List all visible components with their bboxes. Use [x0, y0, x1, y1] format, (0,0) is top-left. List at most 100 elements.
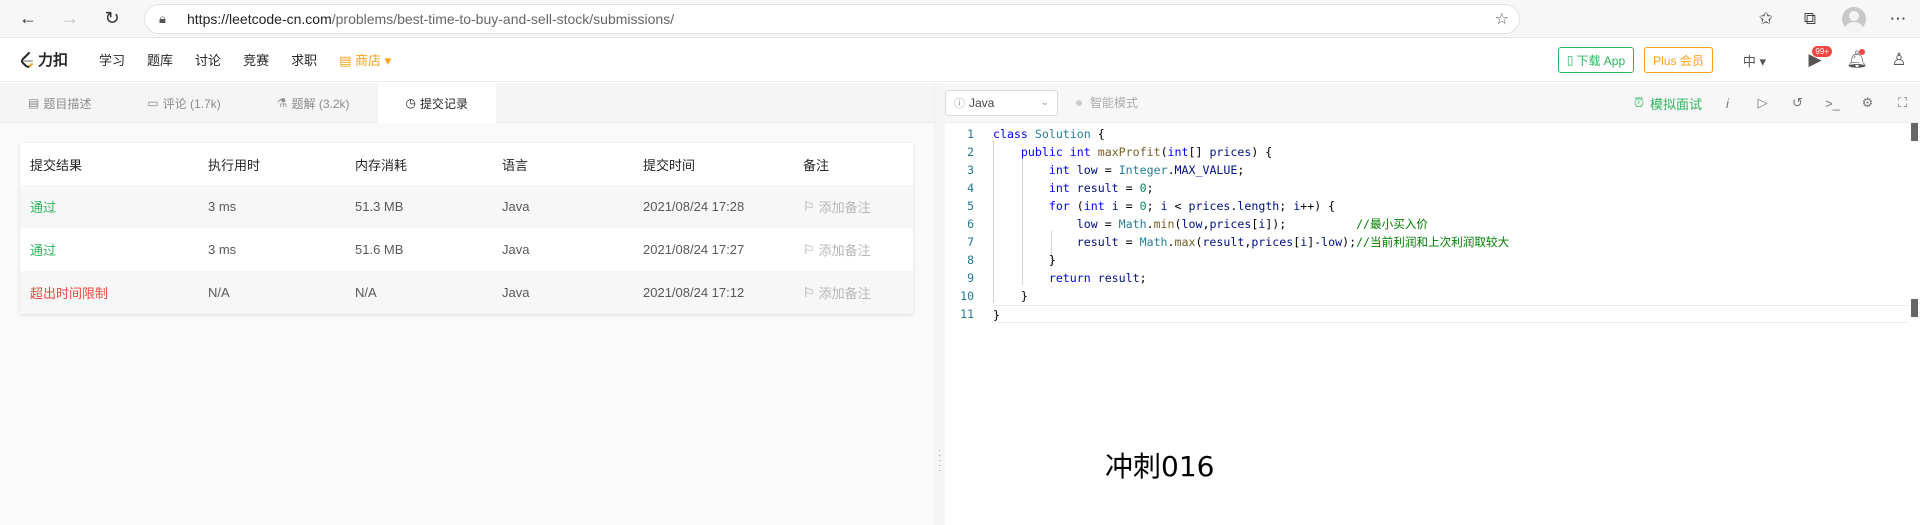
tab-solutions[interactable]: ⚗︎ 题解 (3.2k): [249, 83, 378, 123]
tab-description[interactable]: ▤ 题目描述: [0, 83, 119, 123]
header-language: 语言: [502, 157, 529, 173]
nav-problems[interactable]: 题库: [147, 50, 173, 69]
tab-label: 题目描述: [43, 96, 92, 111]
shop-icon: ▤: [339, 53, 355, 68]
unread-dot: [1859, 49, 1865, 55]
nav-shop[interactable]: ▤ 商店 ▾: [339, 50, 391, 69]
result-link[interactable]: 超出时间限制: [20, 283, 208, 302]
mock-interview-label: 模拟面试: [1649, 96, 1702, 112]
tab-submissions[interactable]: ◷ 提交记录: [377, 83, 496, 123]
code-area[interactable]: 1 2 3 4 5 6 7 8 9 10 11 class Solution {…: [945, 123, 1920, 525]
address-bar[interactable]: 🔒︎ https://leetcode-cn.com/problems/best…: [144, 4, 1520, 34]
add-note-label: 添加备注: [818, 243, 871, 258]
table-row: 通过 3 ms 51.3 MB Java 2021/08/24 17:28 ⚐ 添…: [20, 185, 913, 228]
problem-tabs: ▤ 题目描述 ▭ 评论 (1.7k) ⚗︎ 题解 (3.2k) ◷ 提交记录: [0, 83, 934, 123]
left-panel: ▤ 题目描述 ▭ 评论 (1.7k) ⚗︎ 题解 (3.2k) ◷ 提交记录 提交结果 …: [0, 83, 934, 525]
nav-discuss[interactable]: 讨论: [195, 50, 221, 69]
header-submitted-time: 提交时间: [643, 157, 696, 173]
download-app-button[interactable]: ▯ 下载 App: [1557, 47, 1635, 73]
collections-icon[interactable]: ⧉: [1788, 0, 1832, 38]
memory-value: N/A: [355, 285, 377, 300]
code-line: result = Math.max(result,prices[i]-low);…: [1076, 235, 1510, 249]
leetcode-logo-icon: [21, 51, 33, 68]
table-header: 提交结果 执行用时 内存消耗 语言 提交时间 备注: [20, 143, 913, 185]
add-note-button[interactable]: ⚐ 添加备注: [803, 240, 871, 259]
line-number: 3: [967, 163, 974, 177]
nav-jobs[interactable]: 求职: [291, 50, 317, 69]
site-logo[interactable]: 力扣: [20, 49, 68, 70]
line-number: 2: [967, 145, 974, 159]
flag-icon: ⚐: [803, 284, 815, 300]
code-line: class Solution {: [993, 127, 1105, 141]
runtime-value: 3 ms: [208, 199, 237, 214]
favorite-star-icon[interactable]: ☆: [1495, 9, 1509, 29]
add-note-label: 添加备注: [818, 286, 871, 301]
refresh-icon[interactable]: ↻: [98, 5, 126, 33]
info-italic-icon[interactable]: i: [1710, 83, 1745, 123]
back-icon[interactable]: ←: [14, 5, 42, 33]
tab-label: 评论 (1.7k): [162, 96, 221, 111]
user-avatar[interactable]: ♙: [1878, 38, 1920, 82]
playground-icon[interactable]: ▶ 99+: [1794, 38, 1836, 82]
more-menu-icon[interactable]: ⋯: [1876, 0, 1920, 38]
submissions-table: 提交结果 执行用时 内存消耗 语言 提交时间 备注 通过 3 ms 51.3 M…: [20, 143, 913, 314]
url-path: /problems/best-time-to-buy-and-sell-stoc…: [331, 11, 675, 27]
favorites-icon[interactable]: ✩: [1744, 0, 1788, 38]
submitted-time-value: 2021/08/24 17:27: [643, 242, 745, 257]
result-link[interactable]: 通过: [20, 240, 208, 259]
memory-value: 51.3 MB: [355, 199, 404, 214]
add-note-button[interactable]: ⚐ 添加备注: [803, 197, 871, 216]
forward-icon[interactable]: →: [56, 5, 84, 33]
tab-comments[interactable]: ▭ 评论 (1.7k): [119, 83, 248, 123]
code-editor-panel: ⓘ Java ⌄ 智能模式 ⏰︎ 模拟面试 i ▷ ↺ >_ ⚙ ⛶ 1 2 3 …: [945, 83, 1920, 525]
browser-toolbar: ← → ↻ 🔒︎ https://leetcode-cn.com/problem…: [0, 0, 1920, 38]
overlay-caption: 冲刺016: [1105, 450, 1215, 483]
code-line: }: [993, 253, 1056, 267]
code-line: return result;: [1048, 271, 1147, 285]
logo-text: 力扣: [38, 52, 69, 69]
editor-toolbar: ⓘ Java ⌄ 智能模式 ⏰︎ 模拟面试 i ▷ ↺ >_ ⚙ ⛶: [945, 83, 1920, 123]
line-number: 7: [967, 235, 974, 249]
add-note-button[interactable]: ⚐ 添加备注: [803, 283, 871, 302]
smart-mode-toggle[interactable]: 智能模式: [1076, 94, 1138, 111]
plus-member-button[interactable]: Plus 会员: [1644, 47, 1713, 73]
line-numbers: 1 2 3 4 5 6 7 8 9 10 11: [945, 123, 981, 323]
plus-member-label: Plus 会员: [1653, 53, 1704, 68]
drag-handle-icon[interactable]: · · · · ·: [938, 446, 941, 476]
header-memory: 内存消耗: [355, 157, 408, 173]
flag-icon: ⚐: [803, 198, 815, 214]
mock-interview-button[interactable]: ⏰︎ 模拟面试: [1634, 94, 1702, 113]
notification-badge: 99+: [1812, 46, 1832, 57]
runtime-value: 3 ms: [208, 242, 237, 257]
editor-scrollbar[interactable]: [1911, 123, 1918, 141]
nav-contest[interactable]: 竞赛: [243, 50, 269, 69]
bell-icon[interactable]: 🔔︎: [1836, 38, 1878, 82]
table-row: 通过 3 ms 51.6 MB Java 2021/08/24 17:27 ⚐ 添…: [20, 228, 913, 271]
shop-label: 商店: [355, 53, 382, 68]
nav-learn[interactable]: 学习: [99, 50, 125, 69]
fullscreen-icon[interactable]: ⛶: [1885, 83, 1920, 123]
code-line: for (int i = 0; i < prices.length; i++) …: [1048, 199, 1336, 213]
language-switch[interactable]: 中 ▾: [1743, 51, 1766, 70]
download-app-label: 下载 App: [1576, 53, 1626, 68]
profile-avatar[interactable]: [1832, 0, 1876, 38]
language-select-value: Java: [969, 95, 995, 110]
run-play-icon[interactable]: ▷: [1745, 83, 1780, 123]
console-icon[interactable]: >_: [1815, 83, 1850, 123]
flask-icon: ⚗︎: [276, 96, 288, 110]
settings-icon[interactable]: ⚙: [1850, 83, 1885, 123]
info-icon: ⓘ: [954, 97, 965, 110]
chevron-down-icon: ⌄: [1040, 97, 1049, 108]
phone-icon: ▯: [1566, 53, 1574, 67]
code-line: }: [993, 305, 1908, 323]
runtime-value: N/A: [208, 285, 230, 300]
code-line: int low = Integer.MAX_VALUE;: [1048, 163, 1245, 177]
url-host: https://leetcode-cn.com: [187, 11, 332, 27]
language-select[interactable]: ⓘ Java ⌄: [945, 89, 1058, 116]
main-nav: 学习 题库 讨论 竞赛 求职 ▤ 商店 ▾: [88, 50, 402, 69]
site-header: 力扣 学习 题库 讨论 竞赛 求职 ▤ 商店 ▾ ▯ 下载 App Plus 会员…: [0, 38, 1920, 82]
comment-icon: ▭: [147, 96, 159, 110]
reset-icon[interactable]: ↺: [1780, 83, 1815, 123]
result-link[interactable]: 通过: [20, 197, 208, 216]
tab-label: 题解 (3.2k): [291, 96, 350, 111]
